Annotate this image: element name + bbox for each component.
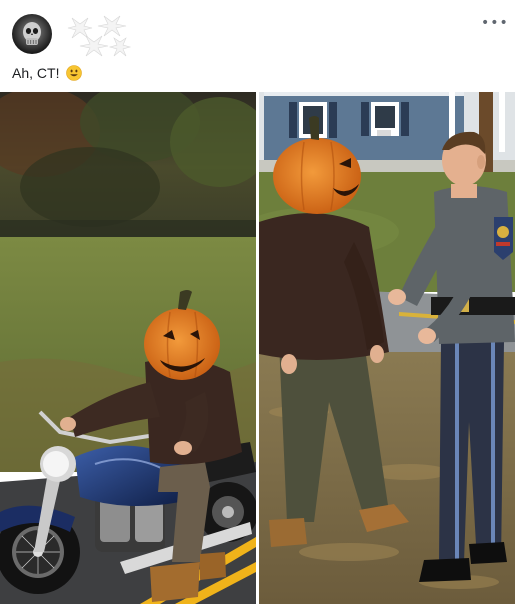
- author-name-redacted[interactable]: [64, 14, 134, 58]
- smile-emoji-icon: [66, 65, 83, 81]
- skull-icon: [23, 22, 41, 45]
- photo-pumpkin-rider[interactable]: [0, 92, 256, 604]
- post-text-container: Ah, CT!: [12, 64, 83, 82]
- pumpkin-rider-image: [0, 92, 256, 604]
- photo-pumpkin-officer[interactable]: [259, 92, 515, 604]
- post-header: •••: [12, 14, 508, 58]
- more-options-icon[interactable]: •••: [481, 16, 508, 30]
- pumpkin-officer-image: [259, 92, 515, 604]
- post-text: Ah, CT!: [12, 65, 60, 81]
- facebook-post: ••• Ah, CT!: [0, 0, 515, 604]
- author-avatar[interactable]: [12, 14, 52, 54]
